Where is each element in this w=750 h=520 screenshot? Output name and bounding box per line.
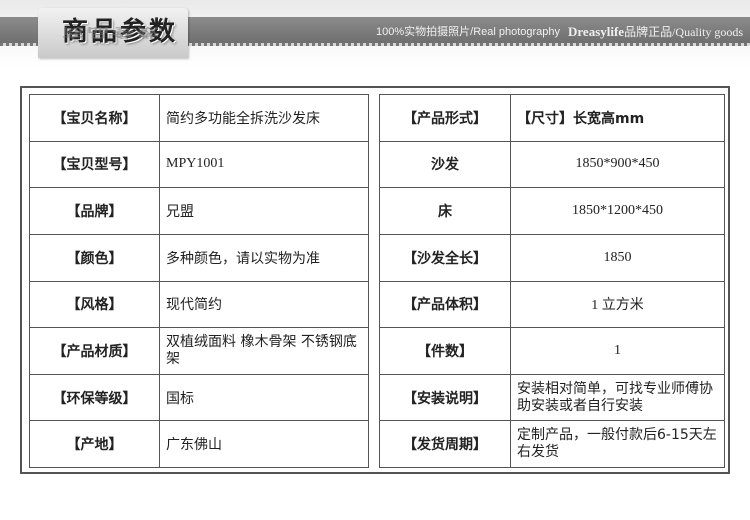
- table-row: 【安装说明】 安装相对简单，可找专业师傅协助安装或者自行安装: [379, 373, 725, 422]
- table-row: 【风格】 现代简约: [29, 280, 369, 329]
- row-value-bed-size: 1850*1200*450: [510, 187, 725, 235]
- table-row: 【宝贝名称】 简约多功能全拆洗沙发床: [29, 94, 369, 142]
- row-value-model: MPY1001: [159, 140, 369, 189]
- row-value-material: 双植绒面料 橡木骨架 不锈钢底架: [159, 327, 369, 375]
- table-row: 【产品形式】 【尺寸】长宽高mm: [379, 94, 725, 142]
- table-row: 床 1850*1200*450: [379, 187, 725, 235]
- banner-tagline-left: 100%实物拍摄照片/Real photography: [376, 26, 561, 38]
- row-label-brand: 【品牌】: [29, 187, 160, 235]
- table-row: 【颜色】 多种颜色，请以实物为准: [29, 233, 369, 282]
- row-label-delivery: 【发货周期】: [379, 420, 511, 468]
- row-label-volume: 【产品体积】: [379, 280, 511, 329]
- row-value-name: 简约多功能全拆洗沙发床: [159, 94, 369, 142]
- table-row: 【环保等级】 国标: [29, 373, 369, 422]
- brand-name: Dreasylife: [568, 24, 625, 39]
- row-value-sofa-size: 1850*900*450: [510, 140, 725, 189]
- row-value-sofa-length: 1850: [510, 233, 725, 282]
- row-value-pieces: 1: [510, 327, 725, 375]
- table-row: 沙发 1850*900*450: [379, 140, 725, 189]
- row-value-installation: 安装相对简单，可找专业师傅协助安装或者自行安装: [510, 373, 725, 422]
- row-label-sofa-length: 【沙发全长】: [379, 233, 511, 282]
- row-value-origin: 广东佛山: [159, 420, 369, 468]
- spec-table-frame: 【宝贝名称】 简约多功能全拆洗沙发床 【宝贝型号】 MPY1001 【品牌】 兄…: [20, 86, 730, 474]
- spec-table-right: 【产品形式】 【尺寸】长宽高mm 沙发 1850*900*450 床 1850*…: [379, 94, 725, 468]
- quality-text: 品牌正品/Quality goods: [624, 25, 744, 39]
- row-label-pieces: 【件数】: [379, 327, 511, 375]
- table-row: 【宝贝型号】 MPY1001: [29, 140, 369, 189]
- row-value-delivery: 定制产品，一般付款后6-15天左右发货: [510, 420, 725, 468]
- row-value-color: 多种颜色，请以实物为准: [159, 233, 369, 282]
- row-value-eco-grade: 国标: [159, 373, 369, 422]
- row-label-style: 【风格】: [29, 280, 160, 329]
- table-row: 【产地】 广东佛山: [29, 420, 369, 468]
- page-title-reflection: 商品参数: [62, 24, 163, 39]
- row-label-name: 【宝贝名称】: [29, 94, 160, 142]
- row-value-volume: 1 立方米: [510, 280, 725, 329]
- row-label-color: 【颜色】: [29, 233, 160, 282]
- row-label-eco-grade: 【环保等级】: [29, 373, 160, 422]
- banner-tagline-right: Dreasylife品牌正品/Quality goods: [568, 23, 743, 40]
- header-banner: 商品参数 商品参数 100%实物拍摄照片/Real photography Dr…: [0, 0, 750, 68]
- row-label-product-form: 【产品形式】: [379, 94, 511, 142]
- row-value-style: 现代简约: [159, 280, 369, 329]
- table-row: 【沙发全长】 1850: [379, 233, 725, 282]
- row-label-installation: 【安装说明】: [379, 373, 511, 422]
- table-row: 【品牌】 兄盟: [29, 187, 369, 235]
- table-row: 【产品体积】 1 立方米: [379, 280, 725, 329]
- row-label-bed: 床: [379, 187, 511, 235]
- table-row: 【件数】 1: [379, 327, 725, 375]
- table-row: 【发货周期】 定制产品，一般付款后6-15天左右发货: [379, 420, 725, 468]
- row-label-sofa: 沙发: [379, 140, 511, 189]
- row-value-size-header: 【尺寸】长宽高mm: [510, 94, 725, 142]
- table-row: 【产品材质】 双植绒面料 橡木骨架 不锈钢底架: [29, 327, 369, 375]
- row-label-model: 【宝贝型号】: [29, 140, 160, 189]
- row-label-origin: 【产地】: [29, 420, 160, 468]
- spec-table-left: 【宝贝名称】 简约多功能全拆洗沙发床 【宝贝型号】 MPY1001 【品牌】 兄…: [29, 94, 369, 468]
- row-value-brand: 兄盟: [159, 187, 369, 235]
- row-label-material: 【产品材质】: [29, 327, 160, 375]
